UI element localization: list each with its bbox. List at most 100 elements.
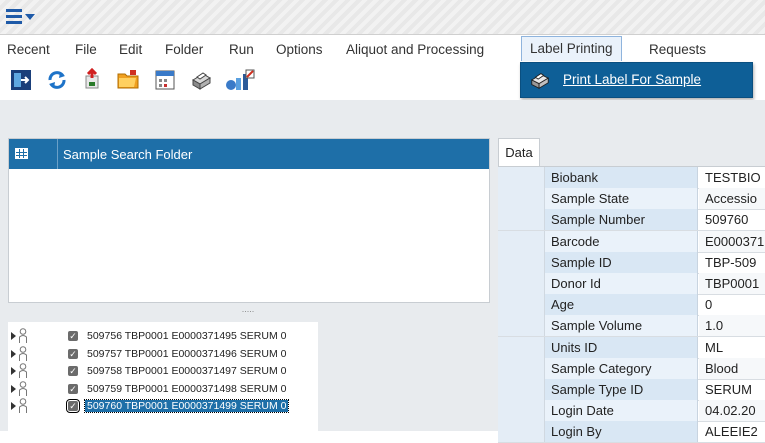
table-row[interactable]: Biobank TESTBIO <box>498 167 765 189</box>
expand-arrow-icon[interactable] <box>11 367 16 375</box>
field-label: Sample State <box>545 188 698 210</box>
table-row[interactable]: Age 0 <box>498 294 765 317</box>
toolbar <box>0 64 520 96</box>
field-value: SERUM <box>705 382 752 397</box>
menu-folder[interactable]: Folder <box>165 40 203 60</box>
menu-edit[interactable]: Edit <box>119 40 142 60</box>
printer-icon <box>530 73 550 90</box>
menu-label-printing[interactable]: Label Printing <box>521 36 622 61</box>
left-panel: Sample Search Folder ..... ✓ 509756 TBP00… <box>0 136 492 431</box>
person-icon <box>19 363 27 378</box>
list-item[interactable]: ✓ 509758 TBP0001 E0000371497 SERUM 0 <box>8 362 318 380</box>
sample-tree-list: ✓ 509756 TBP0001 E0000371495 SERUM 0 ✓ 5097… <box>8 322 318 431</box>
sample-search-folder: Sample Search Folder <box>8 138 490 303</box>
list-item[interactable]: ✓ 509759 TBP0001 E0000371498 SERUM 0 <box>8 380 318 398</box>
row-header-cell <box>498 379 545 400</box>
person-icon <box>19 398 27 413</box>
list-item[interactable]: ✓ 509757 TBP0001 E0000371496 SERUM 0 <box>8 345 318 363</box>
person-icon <box>19 380 27 396</box>
field-value: E0000371 <box>699 230 765 252</box>
sample-label: 509759 TBP0001 E0000371498 SERUM 0 <box>87 382 287 395</box>
expand-arrow-icon[interactable] <box>11 349 16 358</box>
field-label: Sample Category <box>545 357 698 379</box>
menu-icon-bar <box>6 21 22 24</box>
transfer-icon[interactable] <box>80 68 104 92</box>
table-row[interactable]: Sample ID TBP-509 <box>498 251 765 274</box>
person-icon <box>19 328 27 343</box>
field-label: Age <box>545 294 698 316</box>
field-value: Accessio <box>699 188 765 210</box>
header-separator <box>57 139 58 169</box>
table-row[interactable]: Sample Category Blood <box>498 357 765 380</box>
table-row[interactable]: Barcode E0000371 <box>498 230 765 253</box>
list-item[interactable]: ✓ 509760 TBP0001 E0000371499 SERUM 0 <box>8 397 318 415</box>
sample-checkbox[interactable]: ✓ <box>68 383 78 394</box>
menu-file[interactable]: File <box>75 40 97 60</box>
expand-arrow-icon[interactable] <box>11 384 16 393</box>
menu-aliquot-processing[interactable]: Aliquot and Processing <box>346 40 484 60</box>
table-row[interactable]: Login By ALEEIE2 <box>498 421 765 443</box>
panel-splitter[interactable]: ..... <box>8 304 488 316</box>
sample-checkbox[interactable]: ✓ <box>68 331 78 341</box>
field-value: TESTBIO <box>705 170 761 185</box>
print-label-for-sample-item[interactable]: Print Label For Sample <box>563 72 701 87</box>
field-value: ML <box>705 339 724 355</box>
sample-label: 509757 TBP0001 E0000371496 SERUM 0 <box>87 347 287 360</box>
main-menu-button[interactable] <box>6 9 38 27</box>
table-row[interactable]: Sample Volume 1.0 <box>498 315 765 338</box>
calendar-icon[interactable] <box>153 68 177 92</box>
sample-label: 509760 TBP0001 E0000371499 SERUM 0 <box>83 399 290 413</box>
table-row[interactable]: Donor Id TBP0001 <box>498 273 765 295</box>
sample-checkbox[interactable]: ✓ <box>68 366 78 376</box>
table-row[interactable]: Sample Number 509760 <box>498 209 765 232</box>
sample-data-table: Biobank TESTBIO Sample State Accessio Sample… <box>498 166 765 443</box>
row-header-cell <box>498 400 545 422</box>
tab-data[interactable]: Data <box>498 138 540 167</box>
table-row[interactable]: Units ID ML <box>498 336 765 359</box>
menu-bar: Recent File Edit Folder Run Options Aliq… <box>0 36 765 62</box>
row-header-cell <box>498 421 545 443</box>
exit-icon[interactable] <box>9 68 33 92</box>
chevron-down-icon <box>25 14 35 20</box>
menu-icon-bar <box>6 15 22 18</box>
label-printing-dropdown: Print Label For Sample <box>520 62 753 98</box>
menu-options[interactable]: Options <box>276 40 323 60</box>
menu-run[interactable]: Run <box>229 40 254 60</box>
field-label: Units ID <box>545 336 698 358</box>
list-item[interactable]: ✓ 509756 TBP0001 E0000371495 SERUM 0 <box>8 327 318 345</box>
field-value: 04.02.20 <box>699 400 765 422</box>
field-value: Blood <box>699 357 765 379</box>
right-panel: Data Biobank TESTBIO Sample State Accessio S… <box>492 136 765 443</box>
expand-arrow-icon[interactable] <box>11 402 16 410</box>
sample-checkbox[interactable]: ✓ <box>68 348 78 359</box>
field-label: Login By <box>545 421 698 443</box>
expand-arrow-icon[interactable] <box>11 332 16 340</box>
field-label: Login Date <box>545 400 698 422</box>
folder-title: Sample Search Folder <box>63 147 193 162</box>
field-value: 509760 <box>705 212 749 228</box>
menu-recent[interactable]: Recent <box>7 40 50 60</box>
sample-label: 509756 TBP0001 E0000371495 SERUM 0 <box>87 330 287 342</box>
table-row[interactable]: Sample State Accessio <box>498 188 765 211</box>
folder-open-icon[interactable] <box>116 68 140 92</box>
person-icon <box>19 345 27 361</box>
title-bar <box>0 0 765 35</box>
menu-requests[interactable]: Requests <box>649 40 706 60</box>
row-header-cell <box>498 273 545 294</box>
folder-header: Sample Search Folder <box>9 139 489 169</box>
row-header-cell <box>498 336 545 358</box>
grid-icon[interactable] <box>15 148 28 159</box>
printer-icon[interactable] <box>189 68 213 92</box>
row-header-cell <box>498 188 545 210</box>
field-value: 0 <box>705 297 713 313</box>
field-value: TBP-509 <box>705 254 757 270</box>
sample-checkbox[interactable]: ✓ <box>66 399 80 413</box>
toolbar-band <box>0 100 765 136</box>
table-row[interactable]: Login Date 04.02.20 <box>498 400 765 423</box>
row-header-cell <box>498 357 545 379</box>
refresh-icon[interactable] <box>45 68 69 92</box>
sample-edit-icon[interactable] <box>224 68 256 92</box>
field-label: Sample ID <box>545 251 698 273</box>
row-header-cell <box>498 294 545 316</box>
table-row[interactable]: Sample Type ID SERUM <box>498 379 765 401</box>
